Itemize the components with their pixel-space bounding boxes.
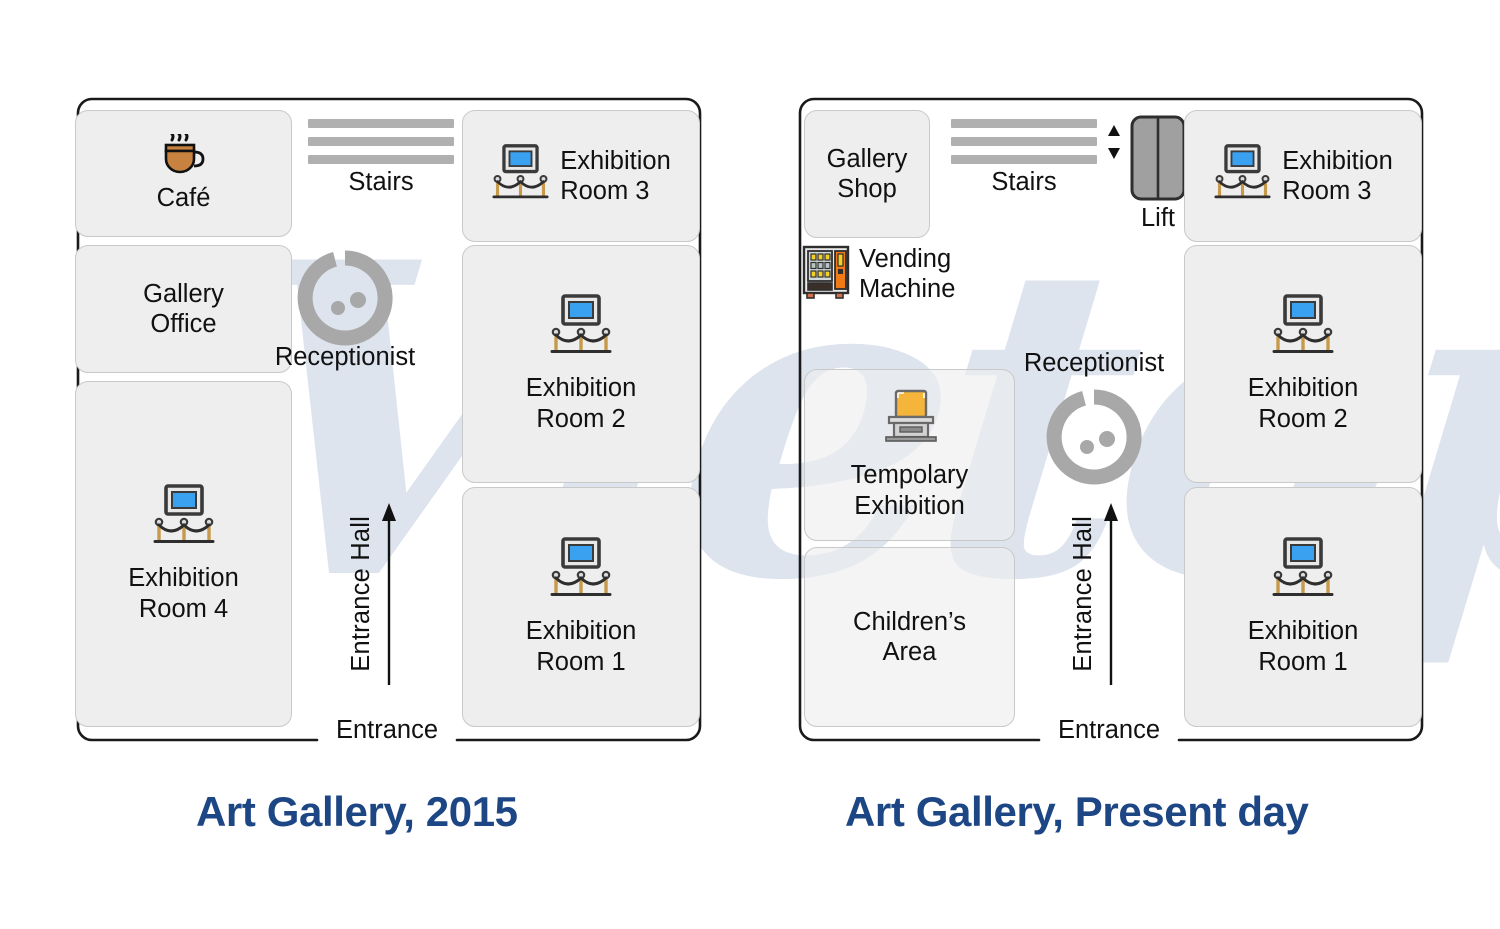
vending-machine-icon <box>802 245 850 304</box>
room-exhibition-2-label: Exhibition Room 2 <box>525 374 637 433</box>
room-cafe-label: Café <box>156 184 211 212</box>
entrance-hall-label: Entrance Hall <box>1069 516 1097 672</box>
caption-2015: Art Gallery, 2015 <box>196 788 518 835</box>
vending-machine-group[interactable]: Vending Machine <box>802 244 955 304</box>
receptionist-desk-icon <box>297 250 393 351</box>
stairs-bar <box>308 119 454 128</box>
stairs-bar <box>308 155 454 164</box>
lift-icon[interactable] <box>1130 115 1186 206</box>
floor-plan-2015: Café Gallery Office Exhibition Room 4 St… <box>62 97 716 744</box>
room-exhibition-3-label: Exhibition Room 3 <box>1282 146 1393 205</box>
receptionist-label: Receptionist <box>274 343 416 371</box>
stairs-bar <box>951 137 1097 146</box>
entrance-hall-indicator: Entrance Hall <box>1069 501 1120 687</box>
room-exhibition-2[interactable]: Exhibition Room 2 <box>462 245 700 483</box>
stairs-bar <box>308 137 454 146</box>
lift-arrows-icon <box>1106 123 1122 166</box>
room-gallery-office[interactable]: Gallery Office <box>75 245 292 373</box>
artwork-stanchion-icon <box>549 294 613 363</box>
room-exhibition-3[interactable]: Exhibition Room 3 <box>1184 110 1422 242</box>
floor-plan-present-day: Gallery Shop Vending Machine Tempolary E… <box>784 97 1438 744</box>
room-exhibition-4[interactable]: Exhibition Room 4 <box>75 381 292 727</box>
stairs-icon <box>951 119 1097 173</box>
up-arrow-icon <box>1104 503 1118 685</box>
room-exhibition-3-label: Exhibition Room 3 <box>560 146 671 205</box>
room-temporary-exhibition[interactable]: Tempolary Exhibition <box>804 369 1015 541</box>
room-temporary-exhibition-label: Tempolary Exhibition <box>850 461 969 520</box>
stairs-bar <box>951 119 1097 128</box>
entrance-label: Entrance <box>1057 716 1161 744</box>
room-exhibition-1-label: Exhibition Room 1 <box>1247 617 1359 676</box>
entrance-hall-label: Entrance Hall <box>347 516 375 672</box>
display-case-icon <box>880 389 940 452</box>
artwork-stanchion-icon <box>549 537 613 606</box>
up-arrow-icon <box>382 503 396 685</box>
entrance-label: Entrance <box>335 716 439 744</box>
stairs-label: Stairs <box>348 168 414 196</box>
artwork-stanchion-icon <box>1213 144 1272 208</box>
room-exhibition-2[interactable]: Exhibition Room 2 <box>1184 245 1422 483</box>
room-gallery-shop-label: Gallery Shop <box>826 144 908 203</box>
room-exhibition-2-label: Exhibition Room 2 <box>1247 374 1359 433</box>
artwork-stanchion-icon <box>491 144 550 208</box>
caption-present-day: Art Gallery, Present day <box>845 788 1309 835</box>
artwork-stanchion-icon <box>152 484 216 553</box>
room-exhibition-4-label: Exhibition Room 4 <box>128 564 239 623</box>
stairs-label: Stairs <box>991 168 1057 196</box>
vending-machine-label: Vending Machine <box>859 245 956 304</box>
stairs-bar <box>951 155 1097 164</box>
artwork-stanchion-icon <box>1271 537 1335 606</box>
room-childrens-area-label: Children’s Area <box>853 607 966 666</box>
room-exhibition-1-label: Exhibition Room 1 <box>525 617 637 676</box>
diagram-canvas: Café Gallery Office Exhibition Room 4 St… <box>0 0 1500 929</box>
room-exhibition-1[interactable]: Exhibition Room 1 <box>1184 487 1422 727</box>
entrance-hall-indicator: Entrance Hall <box>347 501 398 687</box>
room-cafe[interactable]: Café <box>75 110 292 237</box>
room-exhibition-3[interactable]: Exhibition Room 3 <box>462 110 700 242</box>
room-gallery-office-label: Gallery Office <box>143 279 224 338</box>
artwork-stanchion-icon <box>1271 294 1335 363</box>
coffee-cup-icon <box>161 132 207 183</box>
receptionist-desk-icon <box>1046 389 1142 490</box>
stairs-icon <box>308 119 454 173</box>
room-childrens-area[interactable]: Children’s Area <box>804 547 1015 727</box>
room-exhibition-1[interactable]: Exhibition Room 1 <box>462 487 700 727</box>
room-gallery-shop[interactable]: Gallery Shop <box>804 110 930 238</box>
receptionist-label: Receptionist <box>1023 349 1165 377</box>
